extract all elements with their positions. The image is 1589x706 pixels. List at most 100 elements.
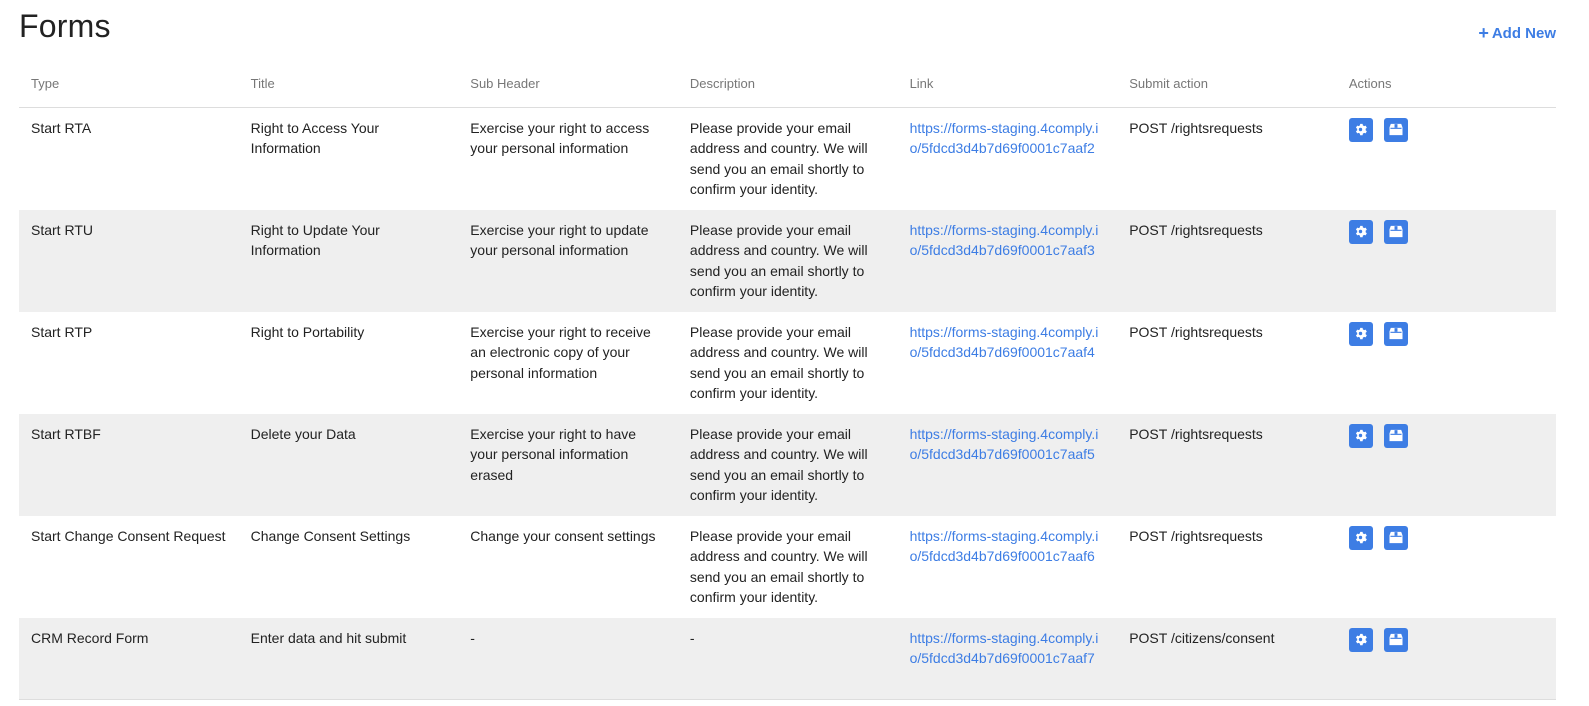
table-row: Start RTU Right to Update Your Informati…: [19, 209, 1556, 312]
cell-link: https://forms-staging.4comply.io/5fdcd3d…: [898, 210, 1118, 312]
cell-actions: [1337, 516, 1556, 618]
row-actions: [1348, 321, 1544, 346]
cell-sub-header: Exercise your right to receive an electr…: [470, 323, 651, 381]
column-header-description: Description: [677, 60, 898, 108]
cell-sub-header: Exercise your right to update your perso…: [470, 221, 649, 259]
row-actions: [1348, 525, 1544, 550]
embed-button[interactable]: [1383, 321, 1408, 346]
gear-icon: [1356, 429, 1368, 442]
box-icon: [1389, 531, 1403, 544]
gear-icon: [1356, 327, 1368, 340]
column-header-type: Type: [19, 60, 239, 108]
cell-title: Right to Access Your Information: [250, 119, 380, 157]
table-row: CRM Record Form Enter data and hit submi…: [19, 617, 1556, 700]
cell-actions: [1337, 414, 1556, 516]
cell-submit-action: POST /rightsrequests: [1129, 119, 1263, 136]
cell-description: Please provide your email address and co…: [689, 323, 868, 402]
box-icon: [1389, 327, 1403, 340]
cell-sub-header: -: [470, 629, 475, 646]
cell-type: Start RTU: [31, 221, 93, 238]
table-row: Start RTA Right to Access Your Informati…: [19, 107, 1556, 210]
cell-description: Please provide your email address and co…: [689, 221, 868, 300]
cell-sub-header: Change your consent settings: [470, 527, 656, 544]
table-body: Start RTA Right to Access Your Informati…: [19, 107, 1556, 700]
cell-title: Right to Portability: [250, 323, 365, 340]
column-header-title: Title: [238, 60, 459, 108]
cell-actions: [1337, 312, 1556, 414]
cell-submit-action: POST /rightsrequests: [1129, 425, 1263, 442]
box-icon: [1389, 123, 1403, 136]
form-link[interactable]: https://forms-staging.4comply.io/5fdcd3d…: [910, 324, 1099, 361]
settings-button[interactable]: [1348, 525, 1373, 550]
form-link[interactable]: https://forms-staging.4comply.io/5fdcd3d…: [910, 222, 1099, 259]
cell-link: https://forms-staging.4comply.io/5fdcd3d…: [898, 618, 1118, 700]
page-header: Forms + Add New: [19, 0, 1556, 60]
box-icon: [1389, 633, 1403, 646]
cell-type: Start RTA: [31, 119, 92, 136]
settings-button[interactable]: [1348, 627, 1373, 652]
gear-icon: [1356, 531, 1368, 544]
embed-button[interactable]: [1383, 423, 1408, 448]
cell-title: Enter data and hit submit: [250, 629, 407, 646]
plus-icon: +: [1478, 22, 1489, 43]
box-icon: [1389, 429, 1403, 442]
form-link[interactable]: https://forms-staging.4comply.io/5fdcd3d…: [910, 630, 1099, 667]
gear-icon: [1356, 633, 1368, 646]
cell-sub-header: Exercise your right to access your perso…: [470, 119, 650, 157]
cell-submit-action: POST /rightsrequests: [1129, 323, 1263, 340]
form-link[interactable]: https://forms-staging.4comply.io/5fdcd3d…: [910, 120, 1099, 157]
settings-button[interactable]: [1348, 117, 1373, 142]
embed-button[interactable]: [1383, 525, 1408, 550]
forms-table: Type Title Sub Header Description Link S…: [19, 60, 1556, 700]
cell-type: Start Change Consent Request: [31, 527, 226, 544]
cell-title: Change Consent Settings: [250, 527, 411, 544]
cell-description: Please provide your email address and co…: [689, 119, 868, 198]
cell-description: Please provide your email address and co…: [689, 527, 868, 606]
settings-button[interactable]: [1348, 219, 1373, 244]
gear-icon: [1356, 123, 1368, 136]
cell-submit-action: POST /rightsrequests: [1129, 527, 1263, 544]
table-header: Type Title Sub Header Description Link S…: [19, 60, 1556, 108]
cell-submit-action: POST /rightsrequests: [1129, 221, 1263, 238]
cell-link: https://forms-staging.4comply.io/5fdcd3d…: [898, 107, 1118, 210]
column-header-submit-action: Submit action: [1117, 60, 1337, 108]
cell-title: Delete your Data: [250, 425, 356, 442]
column-header-actions: Actions: [1336, 60, 1556, 108]
forms-page: Forms + Add New Type Title Sub Header De…: [0, 0, 1589, 706]
embed-button[interactable]: [1383, 219, 1408, 244]
add-new-label: Add New: [1491, 25, 1556, 42]
cell-link: https://forms-staging.4comply.io/5fdcd3d…: [898, 414, 1118, 516]
row-actions: [1348, 627, 1544, 652]
table-row: Start RTBF Delete your Data Exercise you…: [19, 413, 1556, 516]
row-actions: [1348, 423, 1544, 448]
row-actions: [1348, 219, 1544, 244]
cell-type: CRM Record Form: [31, 629, 149, 646]
add-new-button[interactable]: + Add New: [1478, 22, 1556, 43]
embed-button[interactable]: [1383, 627, 1408, 652]
settings-button[interactable]: [1348, 423, 1373, 448]
gear-icon: [1356, 225, 1368, 238]
cell-title: Right to Update Your Information: [250, 221, 380, 259]
cell-link: https://forms-staging.4comply.io/5fdcd3d…: [898, 516, 1118, 618]
cell-description: Please provide your email address and co…: [689, 425, 868, 504]
cell-submit-action: POST /citizens/consent: [1129, 629, 1275, 646]
cell-actions: [1337, 618, 1556, 700]
cell-type: Start RTP: [31, 323, 93, 340]
box-icon: [1389, 225, 1403, 238]
form-link[interactable]: https://forms-staging.4comply.io/5fdcd3d…: [910, 426, 1099, 463]
cell-description: -: [689, 629, 695, 646]
cell-link: https://forms-staging.4comply.io/5fdcd3d…: [898, 312, 1118, 414]
table-row: Start Change Consent Request Change Cons…: [19, 516, 1556, 618]
page-title: Forms: [19, 8, 111, 44]
row-actions: [1348, 117, 1544, 142]
column-header-link: Link: [897, 60, 1118, 108]
embed-button[interactable]: [1383, 117, 1408, 142]
form-link[interactable]: https://forms-staging.4comply.io/5fdcd3d…: [910, 528, 1099, 565]
cell-sub-header: Exercise your right to have your persona…: [470, 425, 637, 483]
column-header-sub-header: Sub Header: [458, 60, 678, 108]
settings-button[interactable]: [1348, 321, 1373, 346]
cell-actions: [1337, 210, 1556, 312]
table-row: Start RTP Right to Portability Exercise …: [19, 312, 1556, 414]
cell-actions: [1337, 107, 1556, 210]
cell-type: Start RTBF: [31, 425, 101, 442]
